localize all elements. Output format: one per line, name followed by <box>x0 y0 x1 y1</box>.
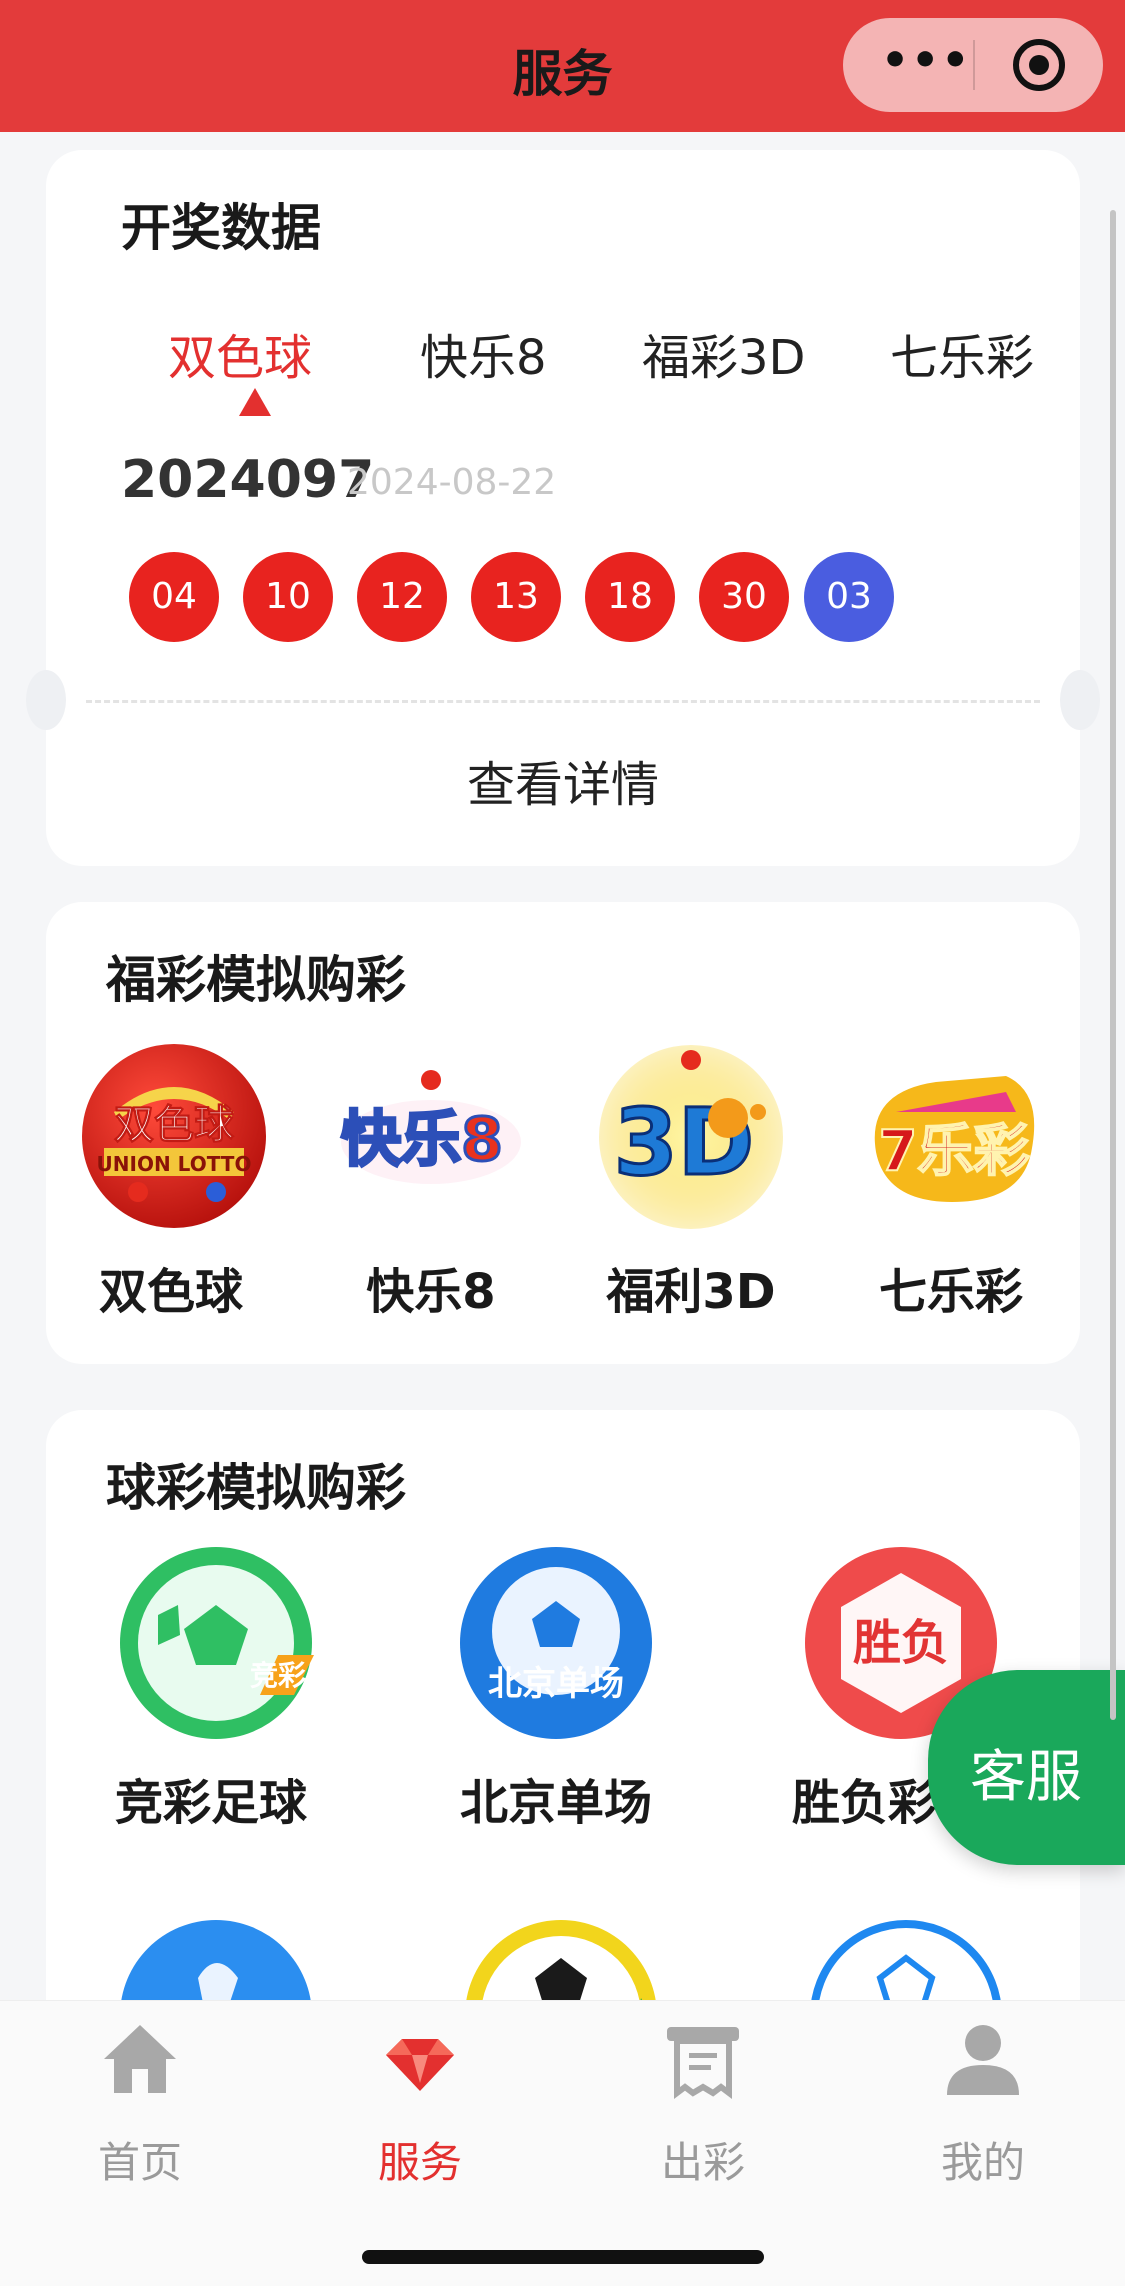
svg-text:胜负: 胜负 <box>853 1615 949 1671</box>
ticket-notch-right <box>1060 670 1100 730</box>
svg-text:7乐彩: 7乐彩 <box>879 1119 1030 1184</box>
tab-welfare-3d[interactable]: 福彩3D <box>642 318 806 388</box>
user-icon <box>947 2025 1019 2095</box>
ticket-icon <box>667 2027 739 2099</box>
mini-program-capsule: ••• <box>843 18 1103 112</box>
view-details-link[interactable]: 查看详情 <box>46 745 1080 815</box>
scrollbar[interactable] <box>1110 210 1116 1720</box>
tabbar-item-service[interactable]: 服务 <box>330 2001 510 2201</box>
customer-service-label: 客服 <box>970 1745 1082 1810</box>
welfare-item-seven-lottery[interactable]: 7乐彩 七乐彩 <box>846 1042 1056 1322</box>
welfare-item-welfare-3d[interactable]: 3D 福利3D <box>586 1042 796 1322</box>
customer-service-button[interactable]: 客服 <box>928 1670 1125 1865</box>
diamond-icon <box>386 2039 454 2091</box>
welfare-item-double-color-ball[interactable]: 双色球 UNION LOTTO 双色球 <box>66 1042 276 1322</box>
svg-text:竞彩: 竞彩 <box>250 1659 306 1692</box>
red-ball: 04 <box>129 552 219 642</box>
capsule-divider <box>973 40 975 90</box>
red-ball: 13 <box>471 552 561 642</box>
more-menu-icon[interactable]: ••• <box>881 39 969 83</box>
tab-double-color-ball[interactable]: 双色球 <box>168 318 312 388</box>
red-ball: 10 <box>243 552 333 642</box>
tabbar-label: 出彩 <box>660 2138 745 2187</box>
blue-ball: 03 <box>804 552 894 642</box>
close-target-icon[interactable] <box>1013 39 1065 91</box>
welfare-item-happy-8[interactable]: 快乐8 快乐8 <box>326 1042 536 1322</box>
sports-item-jingcai-football[interactable]: 竞彩 竞彩足球 <box>96 1545 326 1835</box>
draw-data-title: 开奖数据 <box>121 199 321 257</box>
bottom-tab-bar: 首页 服务 出彩 我的 <box>0 2000 1125 2286</box>
welfare-lottery-title: 福彩模拟购彩 <box>106 951 406 1009</box>
welfare-item-label: 福利3D <box>606 1264 776 1320</box>
tabbar-item-home[interactable]: 首页 <box>50 2001 230 2201</box>
double-color-ball-logo: 双色球 UNION LOTTO <box>82 1044 266 1228</box>
sports-lottery-card: 球彩模拟购彩 竞彩 竞彩足球 北京单场 北京单场 胜负 胜负彩 <box>46 1410 1080 2070</box>
tab-seven-lottery[interactable]: 七乐彩 <box>890 318 1034 388</box>
svg-text:北京单场: 北京单场 <box>488 1664 624 1704</box>
draw-data-card: 开奖数据 双色球 快乐8 福彩3D 七乐彩 2024097 2024-08-22… <box>26 150 1100 866</box>
tabbar-label: 我的 <box>940 2138 1025 2187</box>
navigation-bar: 服务 ••• <box>0 0 1125 132</box>
seven-lottery-logo: 7乐彩 <box>874 1076 1035 1202</box>
tabbar-item-draw[interactable]: 出彩 <box>613 2001 793 2201</box>
welfare-item-label: 双色球 <box>98 1264 243 1320</box>
tab-happy-8[interactable]: 快乐8 <box>420 318 547 388</box>
red-ball: 18 <box>585 552 675 642</box>
draw-date: 2024-08-22 <box>347 462 557 503</box>
active-tab-indicator <box>239 388 271 416</box>
sports-item-label: 竞彩足球 <box>114 1775 307 1831</box>
svg-text:快乐8: 快乐8 <box>341 1105 503 1175</box>
happy-8-logo: 快乐8 <box>340 1070 521 1184</box>
dashed-divider <box>86 700 1040 703</box>
tabbar-label: 首页 <box>97 2138 182 2187</box>
red-ball: 30 <box>699 552 789 642</box>
ticket-notch-left <box>26 670 66 730</box>
svg-text:UNION LOTTO: UNION LOTTO <box>97 1152 252 1176</box>
welfare-item-label: 快乐8 <box>366 1264 496 1320</box>
red-ball: 12 <box>357 552 447 642</box>
welfare-lottery-card: 福彩模拟购彩 双色球 UNION LOTTO 双色球 快乐8 快乐8 3D 福利… <box>46 902 1080 1364</box>
jingcai-football-logo: 竞彩 <box>120 1547 314 1739</box>
home-indicator <box>362 2250 764 2264</box>
home-icon <box>104 2025 176 2093</box>
sports-lottery-title: 球彩模拟购彩 <box>106 1459 406 1517</box>
tabbar-item-mine[interactable]: 我的 <box>893 2001 1073 2201</box>
sports-item-label: 北京单场 <box>459 1775 652 1831</box>
tabbar-label: 服务 <box>377 2138 462 2187</box>
sports-item-beijing-single[interactable]: 北京单场 北京单场 <box>441 1545 671 1835</box>
draw-issue-number: 2024097 <box>121 450 375 510</box>
beijing-single-logo: 北京单场 <box>460 1547 652 1739</box>
welfare-item-label: 七乐彩 <box>878 1264 1023 1320</box>
svg-text:双色球: 双色球 <box>114 1102 235 1148</box>
welfare-3d-logo: 3D <box>599 1045 783 1229</box>
